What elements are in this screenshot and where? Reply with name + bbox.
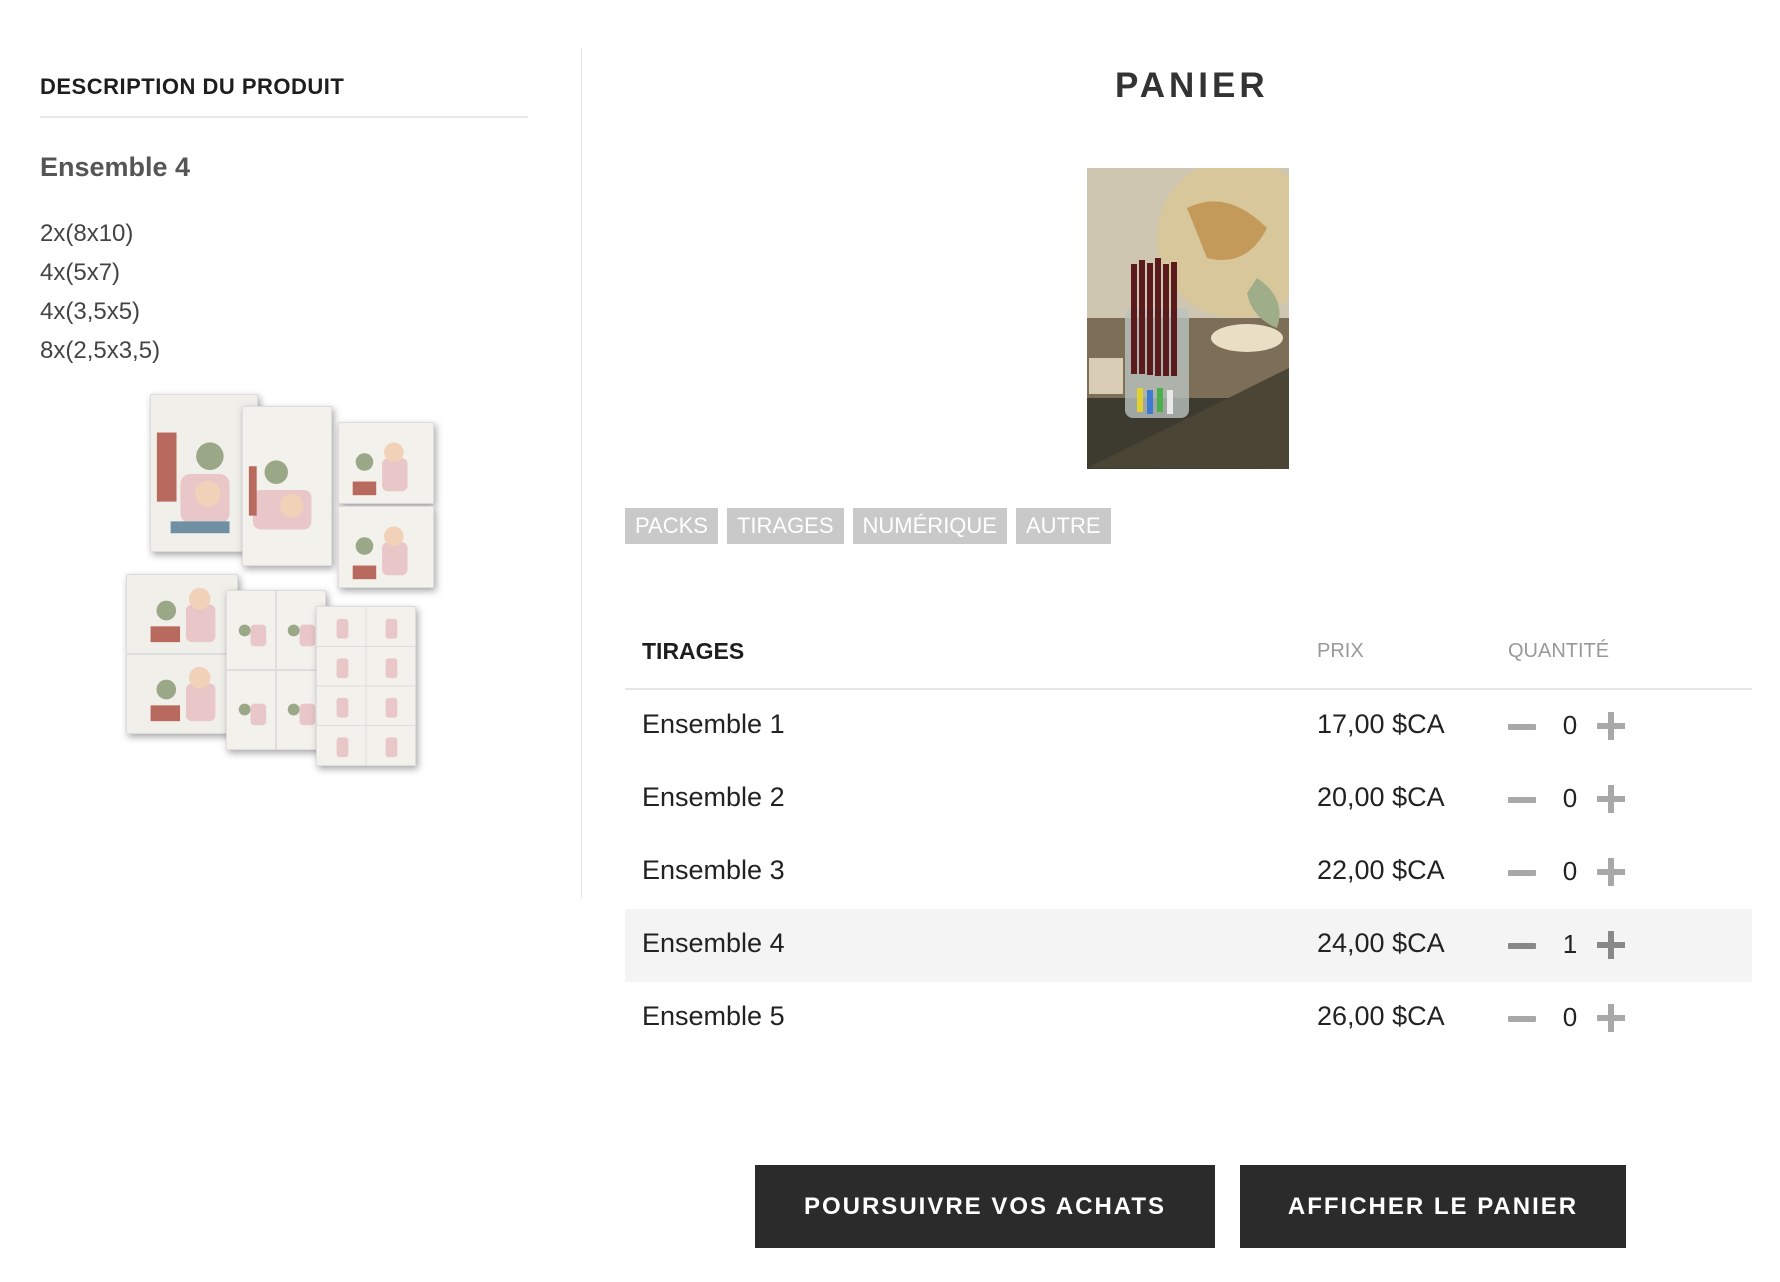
table-header: TIRAGES PRIX QUANTITÉ bbox=[625, 618, 1752, 690]
quantity-value: 1 bbox=[1562, 929, 1578, 959]
view-cart-button[interactable]: AFFICHER LE PANIER bbox=[1240, 1165, 1626, 1248]
table-row: Ensemble 3 22,00 $CA 0 bbox=[625, 836, 1752, 909]
print-2-5x3-5 bbox=[316, 606, 416, 766]
continue-shopping-button[interactable]: POURSUIVRE VOS ACHATS bbox=[755, 1165, 1215, 1248]
quantity-value: 0 bbox=[1562, 783, 1578, 813]
decrease-quantity-button[interactable] bbox=[1508, 1008, 1538, 1028]
print-5x7 bbox=[338, 422, 434, 504]
product-name-cell: Ensemble 5 bbox=[642, 1001, 785, 1031]
price-cell: 17,00 $CA bbox=[1317, 709, 1445, 739]
increase-quantity-button[interactable] bbox=[1597, 711, 1627, 741]
table-row: Ensemble 2 20,00 $CA 0 bbox=[625, 763, 1752, 836]
price-cell: 20,00 $CA bbox=[1317, 782, 1445, 812]
print-3-5x5 bbox=[226, 590, 326, 750]
tab-tirages[interactable]: TIRAGES bbox=[726, 508, 844, 544]
increase-quantity-button[interactable] bbox=[1597, 1003, 1627, 1033]
spec-item: 4x(3,5x5) bbox=[40, 298, 141, 325]
product-name-cell: Ensemble 1 bbox=[642, 709, 785, 739]
print-5x7 bbox=[126, 574, 238, 734]
column-header-price: PRIX bbox=[1317, 640, 1364, 662]
quantity-value: 0 bbox=[1562, 1002, 1578, 1032]
tab-numerique[interactable]: NUMÉRIQUE bbox=[852, 508, 1007, 544]
table-row: Ensemble 1 17,00 $CA 0 bbox=[625, 690, 1752, 763]
print-8x10 bbox=[242, 406, 332, 566]
quantity-value: 0 bbox=[1562, 710, 1578, 740]
increase-quantity-button[interactable] bbox=[1597, 784, 1627, 814]
increase-quantity-button[interactable] bbox=[1597, 930, 1627, 960]
price-cell: 24,00 $CA bbox=[1317, 928, 1445, 958]
table-row-selected: Ensemble 4 24,00 $CA 1 bbox=[625, 909, 1752, 982]
column-header-tirages: TIRAGES bbox=[642, 638, 745, 664]
product-description-panel: DESCRIPTION DU PRODUIT Ensemble 4 2x(8x1… bbox=[0, 48, 582, 898]
divider bbox=[40, 116, 528, 118]
product-name-cell: Ensemble 2 bbox=[642, 782, 785, 812]
column-header-quantity: QUANTITÉ bbox=[1508, 640, 1610, 662]
tab-autre[interactable]: AUTRE bbox=[1015, 508, 1111, 544]
decrease-quantity-button[interactable] bbox=[1508, 935, 1538, 955]
increase-quantity-button[interactable] bbox=[1597, 857, 1627, 887]
table-row: Ensemble 5 26,00 $CA 0 bbox=[625, 982, 1752, 1055]
product-spec-list: 2x(8x10) 4x(5x7) 4x(3,5x5) 8x(2,5x3,5) bbox=[40, 214, 160, 370]
quantity-value: 0 bbox=[1562, 856, 1578, 886]
decrease-quantity-button[interactable] bbox=[1508, 862, 1538, 882]
spec-item: 8x(2,5x3,5) bbox=[40, 337, 161, 364]
category-tabs: PACKS TIRAGES NUMÉRIQUE AUTRE bbox=[625, 508, 1111, 544]
spec-item: 2x(8x10) bbox=[40, 220, 134, 247]
product-name: Ensemble 4 bbox=[40, 152, 191, 182]
product-collage-image bbox=[126, 394, 446, 784]
spec-item: 4x(5x7) bbox=[40, 259, 121, 286]
price-cell: 22,00 $CA bbox=[1317, 855, 1445, 885]
products-table: TIRAGES PRIX QUANTITÉ Ensemble 1 17,00 $… bbox=[625, 618, 1752, 1055]
product-name-cell: Ensemble 4 bbox=[642, 928, 785, 958]
cart-title: PANIER bbox=[1115, 66, 1269, 105]
decrease-quantity-button[interactable] bbox=[1508, 716, 1538, 736]
product-name-cell: Ensemble 3 bbox=[642, 855, 785, 885]
print-5x7 bbox=[338, 506, 434, 588]
decrease-quantity-button[interactable] bbox=[1508, 789, 1538, 809]
tab-packs[interactable]: PACKS bbox=[625, 508, 718, 544]
description-heading: DESCRIPTION DU PRODUIT bbox=[40, 74, 345, 99]
selected-photo bbox=[1087, 168, 1289, 469]
price-cell: 26,00 $CA bbox=[1317, 1001, 1445, 1031]
